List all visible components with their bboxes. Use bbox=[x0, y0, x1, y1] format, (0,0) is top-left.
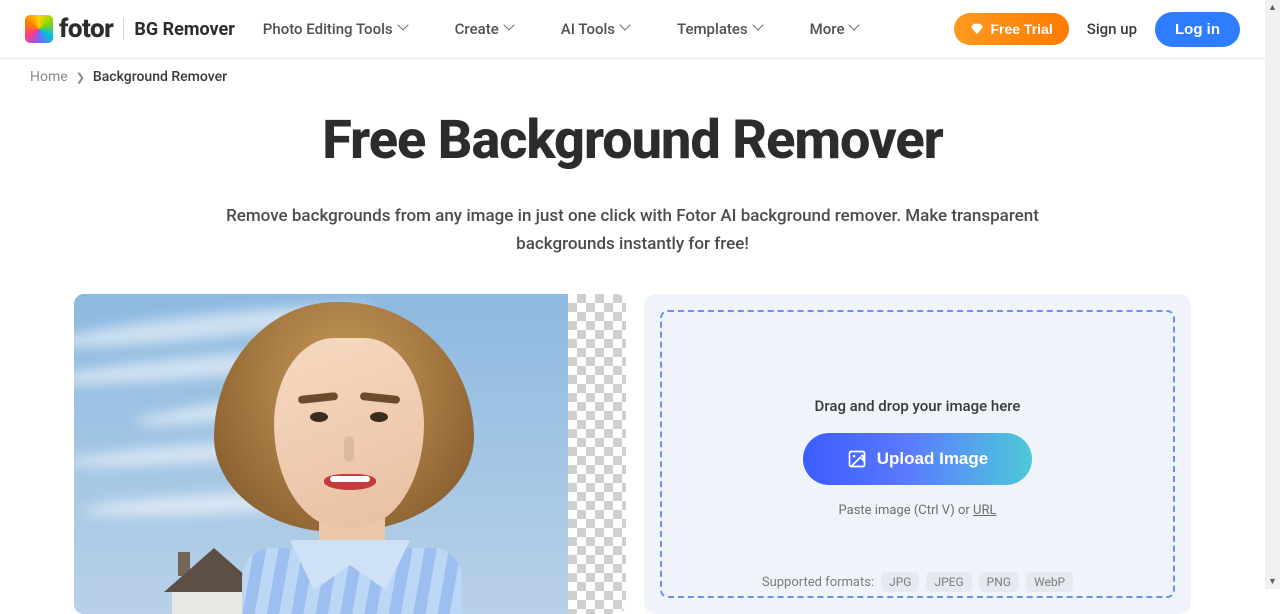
nav-label: Photo Editing Tools bbox=[263, 20, 393, 38]
nav-templates[interactable]: Templates bbox=[677, 20, 764, 38]
nav-ai-tools[interactable]: AI Tools bbox=[561, 20, 631, 38]
page-subtitle: Remove backgrounds from any image in jus… bbox=[218, 202, 1048, 258]
hero: Free Background Remover Remove backgroun… bbox=[0, 91, 1265, 266]
upload-button-label: Upload Image bbox=[877, 449, 988, 469]
vertical-scrollbar[interactable]: ▲ ▼ bbox=[1265, 0, 1280, 589]
free-trial-label: Free Trial bbox=[990, 21, 1052, 37]
drop-text: Drag and drop your image here bbox=[815, 397, 1021, 415]
content-row: Drag and drop your image here Upload Ima… bbox=[0, 266, 1265, 614]
format-pill: WebP bbox=[1026, 572, 1073, 592]
nav-more[interactable]: More bbox=[810, 20, 861, 38]
chevron-down-icon bbox=[850, 24, 860, 34]
supported-formats: Supported formats: JPG JPEG PNG WebP bbox=[662, 572, 1173, 592]
paste-url-link[interactable]: URL bbox=[973, 503, 996, 518]
dropzone[interactable]: Drag and drop your image here Upload Ima… bbox=[660, 310, 1175, 598]
breadcrumb-current: Background Remover bbox=[93, 69, 227, 85]
fotor-logo-icon bbox=[25, 15, 53, 43]
brand-name: fotor bbox=[59, 14, 113, 44]
format-pill: JPEG bbox=[926, 572, 971, 592]
person-illustration bbox=[194, 302, 494, 614]
nav-create[interactable]: Create bbox=[455, 20, 515, 38]
chevron-down-icon bbox=[621, 24, 631, 34]
scroll-down-arrow-icon[interactable]: ▼ bbox=[1265, 574, 1280, 589]
transparency-checker bbox=[568, 294, 626, 614]
free-trial-button[interactable]: Free Trial bbox=[954, 13, 1068, 45]
header-right: Free Trial Sign up Log in bbox=[954, 12, 1240, 47]
product-name: BG Remover bbox=[134, 19, 234, 40]
page-title: Free Background Remover bbox=[0, 109, 1265, 172]
nav-photo-editing-tools[interactable]: Photo Editing Tools bbox=[263, 20, 409, 38]
breadcrumb-home[interactable]: Home bbox=[30, 69, 68, 85]
format-pill: JPG bbox=[881, 572, 919, 592]
signup-link[interactable]: Sign up bbox=[1087, 20, 1137, 38]
header: fotor BG Remover Photo Editing Tools Cre… bbox=[0, 0, 1265, 59]
breadcrumb: Home ❯ Background Remover bbox=[0, 59, 1265, 91]
nav-label: Templates bbox=[677, 20, 748, 38]
chevron-down-icon bbox=[505, 24, 515, 34]
format-pill: PNG bbox=[979, 572, 1019, 592]
main-nav: Photo Editing Tools Create AI Tools Temp… bbox=[263, 20, 861, 38]
logo-divider bbox=[123, 18, 124, 40]
login-button[interactable]: Log in bbox=[1155, 12, 1240, 47]
chevron-right-icon: ❯ bbox=[76, 71, 85, 84]
upload-card: Drag and drop your image here Upload Ima… bbox=[644, 294, 1191, 614]
nav-label: More bbox=[810, 20, 845, 38]
formats-label: Supported formats: bbox=[762, 575, 874, 590]
preview-image bbox=[74, 294, 626, 614]
chevron-down-icon bbox=[754, 24, 764, 34]
logo-area[interactable]: fotor bbox=[25, 14, 113, 44]
chevron-down-icon bbox=[399, 24, 409, 34]
paste-prefix: Paste image (Ctrl V) or bbox=[839, 503, 974, 518]
paste-hint: Paste image (Ctrl V) or URL bbox=[839, 503, 997, 518]
nav-label: AI Tools bbox=[561, 20, 615, 38]
nav-label: Create bbox=[455, 20, 499, 38]
image-upload-icon bbox=[847, 449, 867, 469]
scroll-up-arrow-icon[interactable]: ▲ bbox=[1265, 0, 1280, 15]
diamond-icon bbox=[970, 22, 984, 36]
upload-image-button[interactable]: Upload Image bbox=[803, 433, 1032, 485]
